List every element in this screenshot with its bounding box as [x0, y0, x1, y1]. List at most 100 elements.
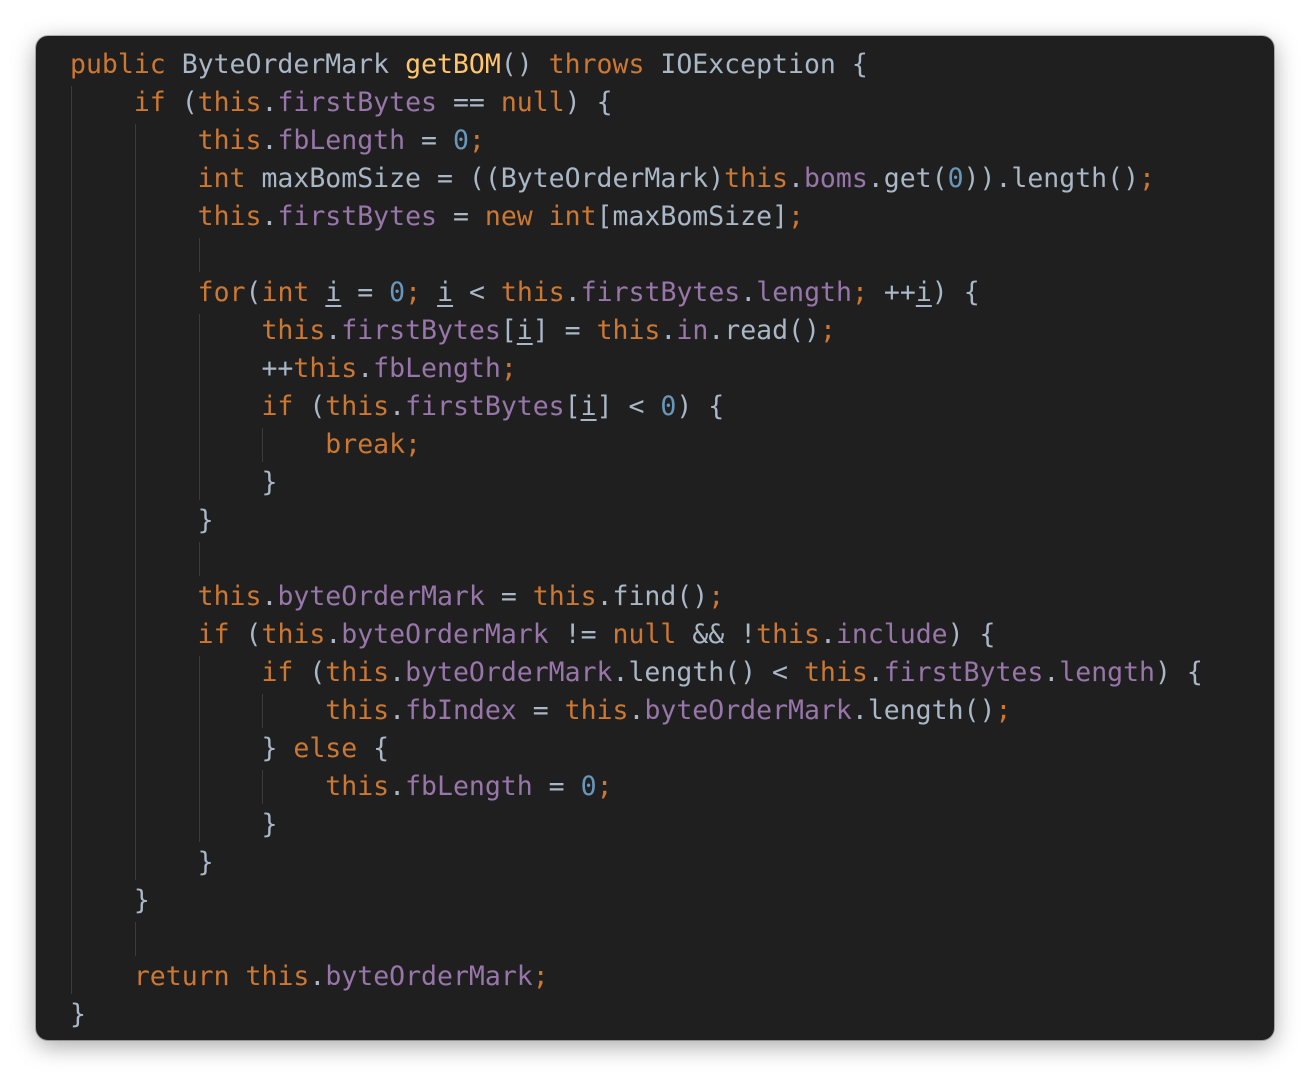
code-token: ; [788, 201, 804, 232]
code-token: ; [596, 771, 613, 802]
code-token: firstBytes [883, 657, 1044, 688]
code-token: fbLength [405, 771, 533, 802]
code-line: this.firstBytes = new int[maxBomSize]; [70, 198, 1203, 236]
code-token: if [261, 657, 294, 688]
code-token: return [133, 961, 230, 992]
code-token: fbIndex [405, 695, 517, 726]
code-token: i [325, 277, 342, 308]
code-token: throws [548, 49, 645, 80]
code-token: i [915, 277, 932, 308]
code-token: else [293, 733, 358, 764]
code-token: ; [851, 277, 868, 308]
code-token: 0 [389, 277, 406, 308]
code-token: ++ [867, 277, 916, 308]
code-token: . [389, 657, 406, 688]
code-token: . [357, 353, 374, 384]
code-token: .find() [596, 581, 709, 612]
code-token: byteOrderMark [325, 961, 533, 992]
code-line: } [70, 996, 1203, 1034]
code-token: byteOrderMark [405, 657, 613, 688]
code-token: this [724, 163, 788, 194]
code-token: this [325, 391, 390, 422]
code-token: ) { [931, 277, 980, 308]
code-token: this [325, 771, 390, 802]
code-line: this.byteOrderMark = this.find(); [70, 578, 1203, 616]
code-token: firstBytes [341, 315, 501, 346]
code-line: if (this.firstBytes == null) { [70, 84, 1203, 122]
code-token: } [261, 809, 278, 840]
code-token: this [197, 125, 262, 156]
code-token: .length() [851, 695, 996, 726]
code-token: this [500, 277, 565, 308]
code-token: . [389, 391, 406, 422]
code-token: i [580, 391, 597, 422]
code-token: this [325, 657, 390, 688]
code-token: break; [325, 429, 422, 460]
code-token: } [197, 847, 214, 878]
code-token: ; [532, 961, 549, 992]
code-token: ; [500, 353, 517, 384]
code-token: ; [995, 695, 1012, 726]
code-token: if [197, 619, 230, 650]
code-token: ) { [947, 619, 996, 650]
code-token: = [484, 581, 533, 612]
code-token: length [756, 277, 852, 308]
code-token: this [261, 315, 326, 346]
code-token: ( [293, 391, 326, 422]
code-block[interactable]: public ByteOrderMark getBOM() throws IOE… [70, 46, 1203, 1034]
code-token: ) { [676, 391, 725, 422]
code-token: . [389, 771, 406, 802]
code-editor-window: public ByteOrderMark getBOM() throws IOE… [36, 36, 1274, 1040]
code-token: firstBytes [277, 201, 437, 232]
code-token: getBOM [405, 49, 501, 80]
code-token: if [261, 391, 294, 422]
code-token: this [803, 657, 868, 688]
code-token: . [867, 657, 884, 688]
code-token: .length() < [612, 657, 804, 688]
code-token: ( [165, 87, 198, 118]
code-token: 0 [452, 125, 469, 156]
code-token: . [261, 87, 278, 118]
code-token: 0 [947, 163, 964, 194]
code-token: byteOrderMark [277, 581, 485, 612]
code-token: new int [484, 201, 597, 232]
code-token: ByteOrderMark [165, 49, 406, 80]
code-token: this [325, 695, 390, 726]
code-token: this [197, 581, 262, 612]
code-token: this [261, 619, 326, 650]
code-token: . [740, 277, 757, 308]
code-token: this [596, 315, 661, 346]
code-token: . [309, 961, 326, 992]
code-token: i [516, 315, 533, 346]
code-token: this [293, 353, 358, 384]
code-line: this.fbLength = 0; [70, 768, 1203, 806]
code-token: include [835, 619, 948, 650]
code-token: ( [229, 619, 262, 650]
code-token: } [70, 999, 86, 1030]
code-token: public [70, 49, 166, 80]
code-token: [ [500, 315, 517, 346]
code-token: = [436, 201, 485, 232]
code-token: ) { [564, 87, 613, 118]
code-token: byteOrderMark [341, 619, 549, 650]
code-line: public ByteOrderMark getBOM() throws IOE… [70, 46, 1203, 84]
code-token: ) { [1155, 657, 1203, 688]
code-token: 0 [580, 771, 597, 802]
code-token: ; [468, 125, 485, 156]
code-token: = [405, 125, 453, 156]
code-token: .get( [867, 163, 948, 194]
